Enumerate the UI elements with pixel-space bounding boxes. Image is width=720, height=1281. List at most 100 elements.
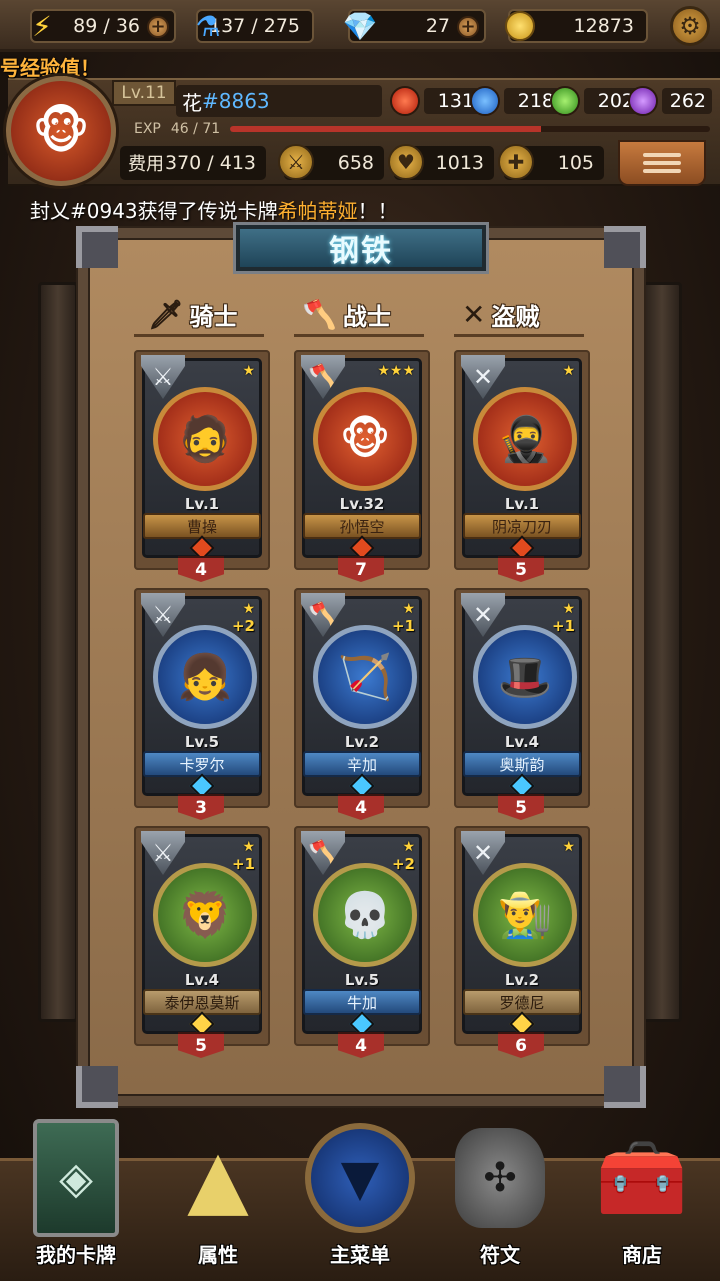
player-avatar[interactable]: 🐵: [6, 76, 116, 186]
heart-icon: ♥: [388, 144, 424, 180]
nav-my-cards[interactable]: ◈ 我的卡牌: [14, 1118, 138, 1274]
hero-portrait: 🦁: [153, 863, 257, 967]
heal-value: 105: [557, 152, 594, 174]
blue-orb-counter: 218: [470, 84, 560, 118]
card-slot[interactable]: 🪓 ★ +1 🏹 Lv.2 辛加 4: [294, 588, 430, 820]
hero-card[interactable]: ✕ ★ 🥷 Lv.1 阴凉刀刃: [461, 355, 582, 561]
nav-shop[interactable]: 🧰 商店: [580, 1118, 704, 1274]
card-level: Lv.4: [184, 971, 220, 989]
hero-card[interactable]: ✕ ★ +1 🎩 Lv.4 奥斯韵: [461, 593, 582, 799]
plus-cross-icon: ✚: [498, 144, 534, 180]
health-value: 1013: [435, 152, 484, 174]
card-slot[interactable]: ⚔ ★ +1 🦁 Lv.4 泰伊恩莫斯 5: [134, 826, 270, 1058]
exp-progress-fill: [230, 126, 542, 132]
class-name: 骑士: [189, 302, 238, 331]
treasure-chest-icon: 🧰: [595, 1134, 689, 1221]
card-slot[interactable]: ✕ ★ +1 🎩 Lv.4 奥斯韵 5: [454, 588, 590, 820]
monkey-king-portrait-icon: 🐵: [32, 102, 90, 160]
diamond-value: 27: [425, 15, 450, 37]
frame-corner: [76, 226, 118, 268]
exp-progress-bar: [230, 126, 710, 132]
add-energy-button[interactable]: +: [147, 16, 169, 38]
axe-icon: 🪓: [302, 297, 337, 331]
add-diamond-button[interactable]: +: [457, 16, 479, 38]
hamburger-line: [643, 169, 681, 173]
frame-corner: [604, 1066, 646, 1108]
nav-runes[interactable]: ✣ 符文: [438, 1118, 562, 1274]
class-shield-icon: ✕: [461, 831, 505, 875]
announcement-prefix: 封乂#0943获得了传说卡牌: [30, 199, 278, 223]
hero-card[interactable]: ⚔ ★ +2 👧 Lv.5 卡罗尔: [141, 593, 262, 799]
lightning-icon: ⚡: [32, 9, 52, 43]
card-level: Lv.1: [184, 495, 220, 513]
hamburger-line: [643, 161, 681, 165]
hero-portrait: 🐵: [313, 387, 417, 491]
red-orb-counter: 131: [390, 84, 480, 118]
class-shield-icon: 🪓: [301, 355, 345, 399]
upgrade-rank: +2: [231, 617, 255, 635]
cards-icon: ◈: [21, 1119, 131, 1237]
card-slot[interactable]: ⚔ ★ 🧔 Lv.1 曹操 4: [134, 350, 270, 582]
gold-value: 12873: [573, 15, 634, 37]
player-name-prefix: 花: [182, 90, 202, 115]
rarity-stars: ★: [402, 601, 415, 617]
player-name[interactable]: 花 #8863: [176, 85, 382, 117]
hero-card[interactable]: 🪓 ★ +2 💀 Lv.5 牛加: [301, 831, 422, 1037]
hero-portrait: 🥷: [473, 387, 577, 491]
hero-card[interactable]: 🪓 ★★★ 🐵 Lv.32 孙悟空: [301, 355, 422, 561]
sword-icon: 🗡: [148, 297, 184, 331]
hero-card[interactable]: 🪓 ★ +1 🏹 Lv.2 辛加: [301, 593, 422, 799]
settings-gear-icon[interactable]: ⚙: [670, 6, 710, 46]
card-level: Lv.2: [504, 971, 540, 989]
class-shield-icon: 🪓: [301, 831, 345, 875]
card-slot[interactable]: ⚔ ★ +2 👧 Lv.5 卡罗尔 3: [134, 588, 270, 820]
divider: [134, 334, 264, 337]
frame-corner: [76, 1066, 118, 1108]
hero-card[interactable]: ⚔ ★ 🧔 Lv.1 曹操: [141, 355, 262, 561]
exp-label: EXP: [134, 121, 161, 137]
nav-label: 商店: [622, 1243, 662, 1267]
cost-value: 370 / 413: [164, 152, 256, 174]
hero-portrait: 🏹: [313, 625, 417, 729]
triangle-crystal-icon: ▲: [187, 1131, 249, 1225]
nav-attributes[interactable]: ▲ 属性: [156, 1118, 280, 1274]
hamburger-menu-button[interactable]: [618, 140, 706, 186]
cost-label: 费用: [128, 154, 164, 175]
class-name: 盗贼: [491, 302, 540, 331]
rarity-stars: ★: [562, 601, 575, 617]
frame-corner: [604, 226, 646, 268]
left-side-rail: [38, 282, 78, 1022]
hero-portrait: 👨‍🌾: [473, 863, 577, 967]
card-slot[interactable]: ✕ ★ 🥷 Lv.1 阴凉刀刃 5: [454, 350, 590, 582]
divider: [454, 334, 584, 337]
card-level: Lv.4: [504, 733, 540, 751]
upgrade-rank: +1: [551, 617, 575, 635]
divider: [294, 334, 424, 337]
hero-card[interactable]: ✕ ★ 👨‍🌾 Lv.2 罗德尼: [461, 831, 582, 1037]
purple-orb-icon: [628, 86, 658, 116]
nav-label: 符文: [480, 1243, 520, 1267]
card-slot[interactable]: 🪓 ★★★ 🐵 Lv.32 孙悟空 7: [294, 350, 430, 582]
class-shield-icon: ⚔: [141, 593, 185, 637]
class-shield-icon: ✕: [461, 355, 505, 399]
class-shield-icon: 🪓: [301, 593, 345, 637]
rarity-stars: ★: [242, 363, 255, 379]
nav-label: 我的卡牌: [36, 1243, 116, 1267]
rarity-stars: ★: [242, 601, 255, 617]
rarity-stars: ★★★: [377, 363, 415, 379]
gold-counter: 12873: [505, 9, 648, 43]
rarity-stars: ★: [242, 839, 255, 855]
gold-coin-icon: [500, 5, 540, 47]
announcement-suffix: ！！: [357, 199, 398, 223]
green-orb-icon: [550, 86, 580, 116]
card-back-icon: ◈: [33, 1119, 119, 1237]
class-name: 战士: [342, 302, 391, 331]
nav-main-menu[interactable]: ▼ 主菜单: [298, 1118, 422, 1274]
card-slot[interactable]: 🪓 ★ +2 💀 Lv.5 牛加 4: [294, 826, 430, 1058]
deck-title[interactable]: 钢铁: [233, 222, 489, 274]
hero-card[interactable]: ⚔ ★ +1 🦁 Lv.4 泰伊恩莫斯: [141, 831, 262, 1037]
card-level: Lv.5: [344, 971, 380, 989]
nav-label: 主菜单: [330, 1243, 390, 1267]
class-header-warrior: 🪓 战士: [302, 292, 391, 336]
card-slot[interactable]: ✕ ★ 👨‍🌾 Lv.2 罗德尼 6: [454, 826, 590, 1058]
